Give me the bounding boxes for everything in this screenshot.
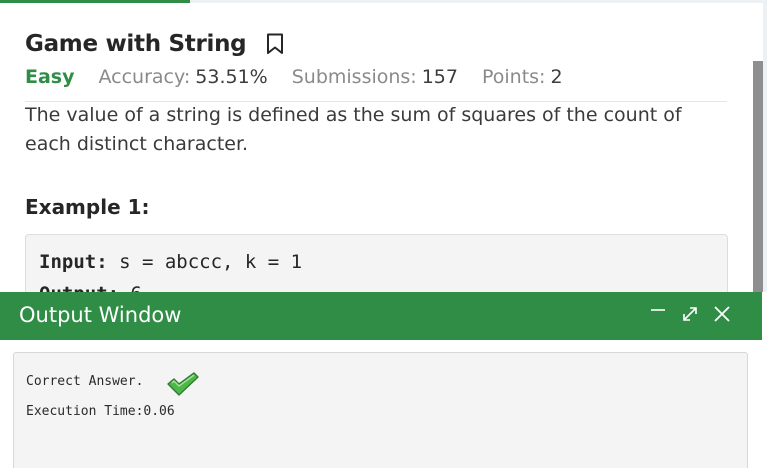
result-text: Correct Answer. — [26, 374, 144, 389]
example-heading: Example 1: — [25, 195, 150, 219]
output-window-title: Output Window — [19, 303, 182, 327]
close-icon[interactable] — [712, 304, 732, 324]
execution-time: Execution Time:0.06 — [26, 404, 175, 419]
expand-icon[interactable] — [680, 304, 700, 324]
problem-title: Game with String — [25, 31, 247, 57]
window-controls — [648, 304, 732, 324]
output-console: Correct Answer. Execution Time:0.06 — [13, 352, 748, 468]
check-icon — [166, 371, 200, 397]
points-value: 2 — [550, 66, 563, 88]
minimize-icon[interactable] — [648, 304, 668, 324]
example-input-value: s = abccc, k = 1 — [107, 251, 303, 273]
bookmark-icon[interactable] — [266, 33, 284, 55]
example-input-label: Input: — [39, 251, 108, 273]
accuracy-label: Accuracy: — [98, 66, 191, 88]
accuracy-value: 53.51% — [195, 66, 268, 88]
title-row: Game with String — [25, 31, 284, 57]
submissions-value: 157 — [421, 66, 458, 88]
output-window-header[interactable]: Output Window — [0, 292, 762, 340]
points-label: Points: — [481, 66, 546, 88]
difficulty-badge: Easy — [25, 66, 75, 88]
scrollbar-thumb[interactable] — [753, 61, 763, 301]
problem-meta: Easy Accuracy: 53.51% Submissions: 157 P… — [25, 66, 587, 88]
problem-description: The value of a string is defined as the … — [25, 104, 682, 155]
output-window: Output Window Correct Answer. Execution … — [0, 292, 767, 468]
submissions-label: Submissions: — [291, 66, 417, 88]
example-input-line: Input: s = abccc, k = 1 — [39, 251, 302, 273]
